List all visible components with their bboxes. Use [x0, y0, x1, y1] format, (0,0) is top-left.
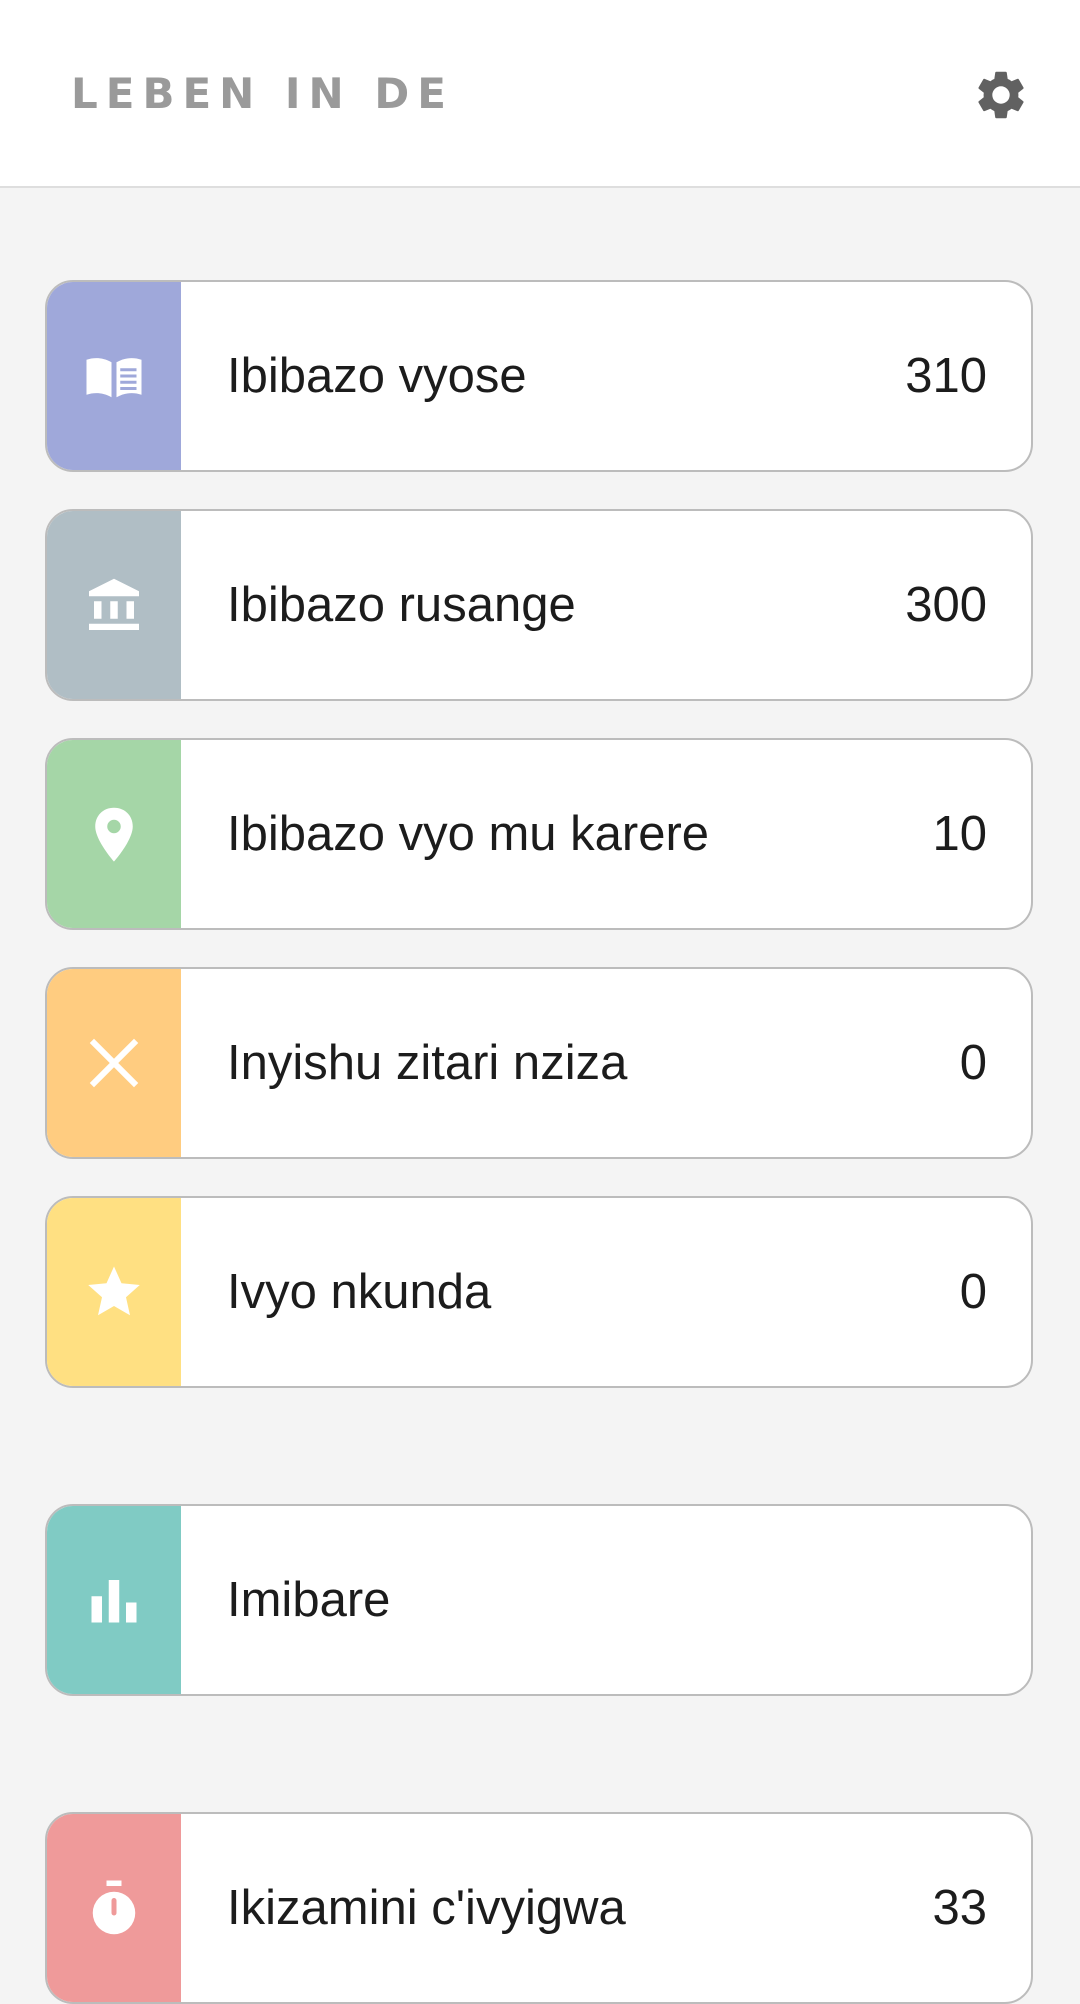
card-icon-strip	[47, 1198, 181, 1386]
card-count: 0	[959, 1265, 987, 1319]
menu-card-practice-exam[interactable]: Ikizamini c'ivyigwa 33	[45, 1812, 1033, 2004]
close-icon	[89, 1038, 139, 1088]
card-label: Imibare	[227, 1573, 391, 1627]
card-count: 33	[932, 1881, 987, 1935]
menu-card-wrong-answers[interactable]: Inyishu zitari nziza 0	[45, 967, 1033, 1159]
card-count: 10	[932, 807, 987, 861]
settings-button[interactable]	[972, 66, 1030, 124]
gear-icon	[978, 71, 1024, 119]
stopwatch-icon	[92, 1880, 136, 1935]
star-icon	[88, 1266, 140, 1316]
bank-icon	[89, 578, 139, 630]
menu-card-favorites[interactable]: Ivyo nkunda 0	[45, 1196, 1033, 1388]
card-count: 0	[959, 1036, 987, 1090]
location-pin-icon	[95, 807, 133, 862]
card-label: Ibibazo vyo mu karere	[227, 807, 710, 861]
menu-card-regional-questions[interactable]: Ibibazo vyo mu karere 10	[45, 738, 1033, 930]
menu-card-general-questions[interactable]: Ibibazo rusange 300	[45, 509, 1033, 701]
card-icon-strip	[47, 969, 181, 1157]
menu-card-all-questions[interactable]: Ibibazo vyose 310	[45, 280, 1033, 472]
card-icon-strip	[47, 740, 181, 928]
card-label: Ikizamini c'ivyigwa	[227, 1881, 626, 1935]
menu-card-statistics[interactable]: Imibare	[45, 1504, 1033, 1696]
card-label: Ibibazo rusange	[227, 578, 576, 632]
bar-chart-icon	[91, 1580, 137, 1623]
card-icon-strip	[47, 1506, 181, 1694]
open-book-icon	[86, 358, 142, 398]
card-icon-strip	[47, 511, 181, 699]
app-header: LEBEN IN DE	[0, 0, 1080, 188]
card-icon-strip	[47, 282, 181, 470]
card-count: 310	[905, 349, 987, 403]
card-count: 300	[905, 578, 987, 632]
card-label: Ivyo nkunda	[227, 1265, 492, 1319]
app-title: LEBEN IN DE	[71, 69, 454, 118]
card-label: Inyishu zitari nziza	[227, 1036, 628, 1090]
card-icon-strip	[47, 1814, 181, 2002]
card-label: Ibibazo vyose	[227, 349, 527, 403]
